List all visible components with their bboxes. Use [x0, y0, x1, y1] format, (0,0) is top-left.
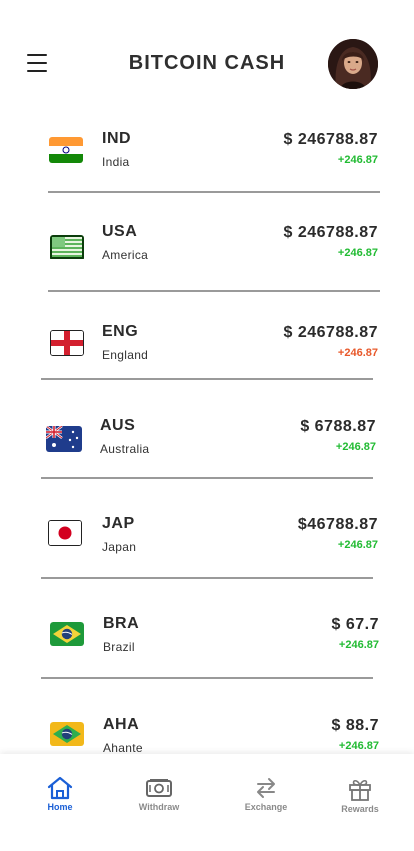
- currency-code: JAP: [102, 515, 135, 532]
- japan-flag-icon: [48, 520, 82, 546]
- brazil-flag-icon: [50, 622, 84, 648]
- country-name: England: [102, 348, 149, 362]
- currency-code: AHA: [103, 716, 140, 733]
- england-flag-icon: [50, 330, 84, 356]
- price-value: $ 88.7: [331, 717, 379, 734]
- price-change: +246.87: [338, 639, 379, 651]
- price-value: $ 6788.87: [300, 418, 376, 435]
- india-flag-icon: [49, 137, 83, 163]
- app-header: BITCOIN CASH: [0, 0, 414, 120]
- nav-home[interactable]: Home: [20, 776, 100, 812]
- rewards-icon: [320, 776, 400, 802]
- divider: [41, 477, 373, 479]
- withdraw-icon: [119, 776, 199, 800]
- currency-code: BRA: [103, 615, 140, 632]
- exchange-icon: [226, 776, 306, 800]
- price-change: +246.87: [337, 347, 378, 359]
- price-change: +246.87: [337, 154, 378, 166]
- price-change: +246.87: [337, 539, 378, 551]
- nav-withdraw-label: Withdraw: [138, 802, 180, 812]
- price-change: +246.87: [338, 740, 379, 752]
- price-value: $ 67.7: [331, 616, 379, 633]
- brazil-flag-alt-icon: [50, 722, 84, 748]
- currency-code: IND: [102, 130, 132, 147]
- currency-code: AUS: [100, 417, 136, 434]
- bottom-navigation: Home Withdraw Exchange Rewards: [0, 754, 414, 851]
- price-change: +246.87: [335, 441, 376, 453]
- home-icon: [20, 776, 100, 800]
- divider: [41, 677, 373, 679]
- country-name: Australia: [100, 442, 150, 456]
- currency-code: ENG: [102, 323, 139, 340]
- country-name: Brazil: [103, 640, 135, 654]
- nav-rewards-label: Rewards: [341, 804, 379, 814]
- divider: [41, 577, 373, 579]
- nav-withdraw[interactable]: Withdraw: [119, 776, 199, 812]
- country-name: Ahante: [103, 741, 143, 755]
- price-change: +246.87: [337, 247, 378, 259]
- nav-home-label: Home: [47, 802, 73, 812]
- country-name: America: [102, 248, 149, 262]
- nav-exchange-label: Exchange: [244, 802, 288, 812]
- price-value: $ 246788.87: [283, 131, 378, 148]
- country-name: Japan: [102, 540, 137, 554]
- divider: [48, 290, 380, 292]
- price-value: $ 246788.87: [283, 224, 378, 241]
- avatar[interactable]: [328, 39, 378, 89]
- nav-rewards[interactable]: Rewards: [320, 776, 400, 814]
- divider: [41, 378, 373, 380]
- currency-code: USA: [102, 223, 138, 240]
- nav-exchange[interactable]: Exchange: [226, 776, 306, 812]
- usa-flag-icon: [50, 235, 84, 261]
- australia-flag-icon: [46, 426, 82, 452]
- price-value: $ 246788.87: [283, 324, 378, 341]
- country-name: India: [102, 155, 130, 169]
- price-value: $46788.87: [297, 516, 378, 533]
- divider: [48, 191, 380, 193]
